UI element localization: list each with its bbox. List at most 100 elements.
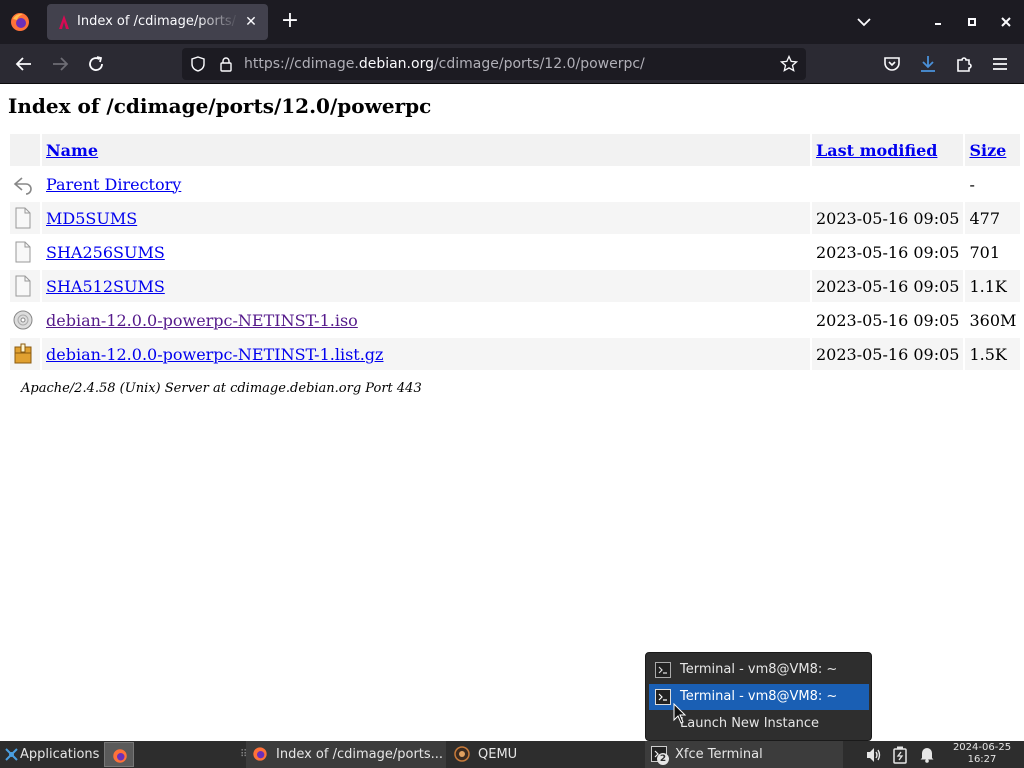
last-modified-cell: 2023-05-16 09:05: [812, 270, 964, 302]
xfce-mouse-icon: [5, 748, 18, 761]
last-modified-cell: 2023-05-16 09:05: [812, 338, 964, 370]
mouse-pointer-icon: [673, 703, 687, 724]
download-icon[interactable]: [916, 52, 940, 76]
applications-menu-button[interactable]: Applications: [2, 741, 102, 768]
file-link[interactable]: SHA512SUMS: [46, 277, 165, 296]
file-link[interactable]: Parent Directory: [46, 175, 181, 194]
size-cell: 701: [969, 242, 1000, 262]
firefox-icon[interactable]: [8, 10, 32, 34]
text-file-icon: [15, 275, 31, 297]
tab-title-fade: [197, 10, 239, 34]
bookmark-star-icon[interactable]: [780, 55, 798, 73]
last-modified-cell: [812, 168, 963, 200]
row-icon-cell: [10, 236, 40, 268]
window-close-button[interactable]: [996, 12, 1016, 32]
qemu-icon: [454, 746, 470, 762]
file-link[interactable]: debian-12.0.0-powerpc-NETINST-1.list.gz: [46, 345, 383, 364]
name-column-header: Name: [42, 134, 810, 166]
terminal-icon: [655, 662, 671, 678]
file-link[interactable]: SHA256SUMS: [46, 243, 165, 262]
maximize-button[interactable]: [962, 12, 982, 32]
last-modified-cell: 2023-05-16 09:05: [816, 242, 960, 262]
notification-bell-icon[interactable]: [919, 746, 935, 763]
panel-clock[interactable]: 2024-06-25 16:27: [944, 742, 1020, 767]
file-name-cell: MD5SUMS: [42, 202, 810, 234]
applications-label: Applications: [20, 747, 100, 762]
minimize-icon: [935, 23, 941, 25]
file-name-cell: debian-12.0.0-powerpc-NETINST-1.iso: [42, 304, 810, 336]
task-window-count-badge: 2: [657, 753, 669, 765]
url-bar[interactable]: https://cdimage.debian.org/cdimage/ports…: [182, 48, 806, 80]
icon-column-header: [10, 134, 40, 166]
file-link[interactable]: MD5SUMS: [46, 209, 137, 228]
chevron-down-icon[interactable]: [852, 12, 876, 32]
firefox-icon: [113, 749, 127, 763]
lock-icon[interactable]: [218, 56, 234, 72]
archive-icon: [14, 343, 32, 364]
text-file-icon: [15, 207, 31, 229]
size-cell: 1.5K: [965, 338, 1021, 370]
task-button-xfce-terminal[interactable]: Xfce Terminal: [645, 741, 843, 768]
volume-icon[interactable]: [865, 747, 883, 763]
file-name-cell: Parent Directory: [42, 168, 810, 200]
taskbar-panel: Applications ⠿ Index of /cdimage/ports..…: [0, 741, 1024, 768]
size-cell: 360M: [969, 310, 1017, 330]
back-button[interactable]: [12, 52, 36, 76]
row-icon-cell: [10, 338, 40, 370]
terminal-icon: [655, 689, 671, 705]
popup-item-label: Terminal - vm8@VM8: ~: [680, 689, 838, 704]
task-label: QEMU: [478, 747, 518, 762]
last-modified-cell: 2023-05-16 09:05: [816, 310, 960, 330]
last-modified-column-header: Last modified: [812, 134, 964, 166]
extensions-puzzle-icon[interactable]: [952, 52, 976, 76]
last-modified-cell: 2023-05-16 09:05: [812, 202, 964, 234]
table-row-parent-directory: Parent Directory -: [10, 168, 1020, 200]
table-row: SHA256SUMS 2023-05-16 09:05 701: [10, 236, 1020, 268]
popup-item-label: Terminal - vm8@VM8: ~: [680, 662, 838, 677]
task-button-qemu[interactable]: QEMU: [448, 741, 644, 768]
firefox-launcher[interactable]: [104, 742, 134, 767]
url-text[interactable]: https://cdimage.debian.org/cdimage/ports…: [244, 55, 645, 73]
server-signature: Apache/2.4.58 (Unix) Server at cdimage.d…: [21, 381, 422, 396]
table-row: debian-12.0.0-powerpc-NETINST-1.list.gz …: [10, 338, 1021, 370]
task-button-firefox[interactable]: Index of /cdimage/ports...: [246, 741, 446, 768]
close-icon: [1001, 17, 1011, 27]
popup-item-label: Launch New Instance: [680, 716, 819, 731]
debian-favicon-icon: [59, 15, 69, 29]
new-tab-button[interactable]: +: [278, 10, 302, 34]
navigation-toolbar: https://cdimage.debian.org/cdimage/ports…: [0, 44, 1024, 84]
clock-date: 2024-06-25: [952, 742, 1012, 753]
firefox-icon: [253, 747, 267, 761]
table-header-row: Name Last modified Size: [10, 134, 1021, 166]
close-tab-icon[interactable]: ✕: [243, 14, 259, 30]
text-file-icon: [15, 241, 31, 263]
sort-by-name-link[interactable]: Name: [46, 141, 98, 160]
table-row: MD5SUMS 2023-05-16 09:05 477: [10, 202, 1021, 234]
terminal-window-list-popup: Terminal - vm8@VM8: ~ Terminal - vm8@VM8…: [645, 652, 872, 741]
task-label: Index of /cdimage/ports...: [276, 747, 444, 762]
forward-button[interactable]: [48, 52, 72, 76]
shield-icon[interactable]: [190, 56, 206, 72]
size-cell: -: [969, 174, 975, 194]
row-icon-cell: [10, 304, 40, 336]
row-icon-cell: [10, 168, 40, 200]
tab-active[interactable]: Index of /cdimage/ports/12.0/powerpc ✕: [47, 4, 268, 40]
file-link[interactable]: debian-12.0.0-powerpc-NETINST-1.iso: [46, 311, 358, 330]
table-row: SHA512SUMS 2023-05-16 09:05 1.1K: [10, 270, 1021, 302]
url-path: /cdimage/ports/12.0/powerpc/: [433, 56, 645, 72]
sort-by-last-modified-link[interactable]: Last modified: [816, 141, 937, 160]
maximize-icon: [968, 18, 976, 26]
page-content: Index of /cdimage/ports/12.0/powerpc Nam…: [0, 85, 1024, 741]
battery-icon[interactable]: [893, 746, 907, 764]
tab-strip: Index of /cdimage/ports/12.0/powerpc ✕ +: [0, 0, 1024, 44]
file-name-cell: debian-12.0.0-powerpc-NETINST-1.list.gz: [42, 338, 810, 370]
hamburger-menu-icon[interactable]: [988, 52, 1012, 76]
popup-item-terminal-1[interactable]: Terminal - vm8@VM8: ~: [649, 657, 869, 683]
row-icon-cell: [10, 202, 40, 234]
url-host: debian.org: [358, 56, 434, 72]
sort-by-size-link[interactable]: Size: [969, 141, 1006, 160]
pocket-icon[interactable]: [880, 52, 904, 76]
task-label: Xfce Terminal: [675, 747, 763, 762]
minimize-button[interactable]: [928, 12, 948, 32]
reload-button[interactable]: [84, 52, 108, 76]
